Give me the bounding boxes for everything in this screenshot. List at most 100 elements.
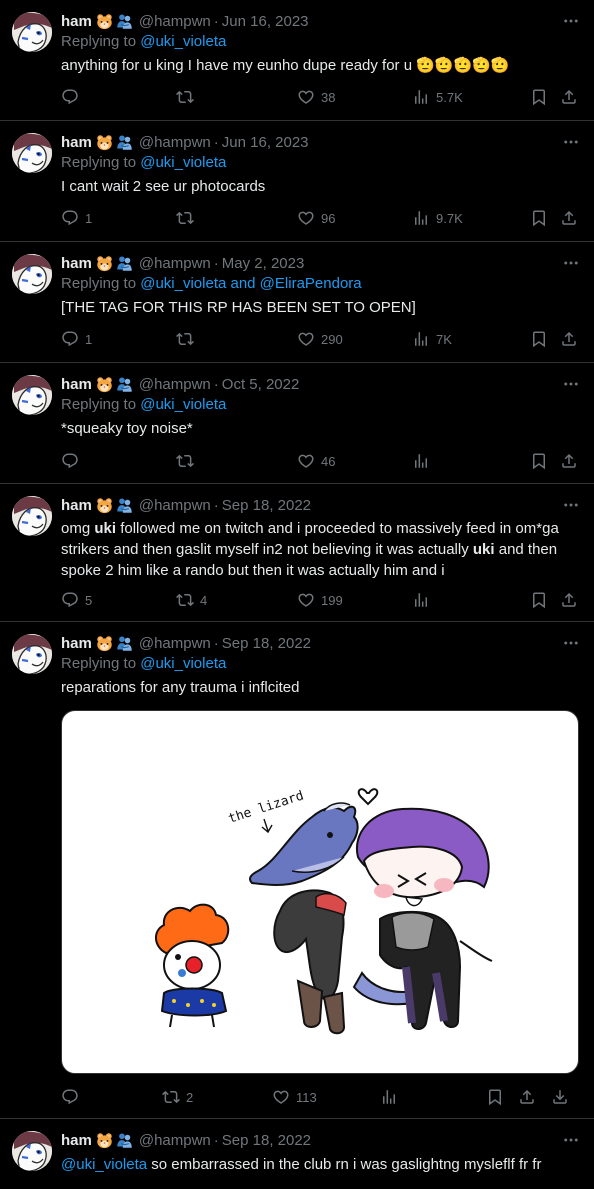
more-options-icon[interactable] [562, 634, 580, 652]
reply-button[interactable]: 5 [61, 590, 92, 610]
hamster-emoji-icon [96, 255, 113, 272]
user-handle[interactable]: @hampwn [139, 134, 211, 151]
like-button[interactable]: 46 [297, 451, 335, 471]
reply-button[interactable] [61, 87, 85, 107]
reply-mention-link[interactable]: @uki_violeta [140, 655, 226, 672]
like-count: 96 [321, 210, 336, 226]
tweet-date[interactable]: Jun 16, 2023 [222, 13, 309, 30]
display-name[interactable]: ham [61, 376, 92, 393]
views-button[interactable]: 7K [412, 329, 452, 349]
tweet-date[interactable]: Sep 18, 2022 [222, 1132, 311, 1149]
like-button[interactable]: 290 [297, 329, 343, 349]
hamster-emoji-icon [96, 13, 113, 30]
tweet-4[interactable]: ham @hampwn · Oct 5, 2022 Replying to @u… [0, 363, 594, 484]
tweet-3[interactable]: ham @hampwn · May 2, 2023 Replying to @u… [0, 242, 594, 363]
like-button[interactable]: 96 [297, 208, 335, 228]
more-options-icon[interactable] [562, 1131, 580, 1149]
share-button[interactable] [518, 1087, 536, 1107]
bookmark-button[interactable] [486, 1087, 504, 1107]
separator-dot: · [213, 496, 219, 514]
views-button[interactable]: 9.7K [412, 208, 463, 228]
display-name[interactable]: ham [61, 1132, 92, 1149]
bookmark-button[interactable] [530, 208, 548, 228]
people-hugging-emoji-icon [116, 255, 133, 272]
share-button[interactable] [560, 87, 578, 107]
like-button[interactable]: 199 [297, 590, 343, 610]
retweet-button[interactable] [176, 451, 200, 471]
tweet-header: ham @hampwn · Sep 18, 2022 [61, 1130, 582, 1150]
more-options-icon[interactable] [562, 133, 580, 151]
bookmark-button[interactable] [530, 329, 548, 349]
share-button[interactable] [560, 590, 578, 610]
tweet-text: omg uki followed me on twitch and i proc… [61, 518, 578, 581]
views-button[interactable] [412, 451, 436, 471]
reply-mention-link[interactable]: @uki_violeta [140, 33, 226, 50]
reply-button[interactable] [61, 1087, 85, 1107]
reply-mention-link[interactable]: @uki_violeta [140, 396, 226, 413]
reply-mention-link[interactable]: @uki_violeta [140, 154, 226, 171]
display-name[interactable]: ham [61, 255, 92, 272]
views-button[interactable] [412, 590, 436, 610]
tweet-5[interactable]: ham @hampwn · Sep 18, 2022 omg uki follo… [0, 484, 594, 622]
reply-button[interactable] [61, 451, 85, 471]
bookmark-button[interactable] [530, 87, 548, 107]
heart-icon [297, 452, 315, 470]
tweet-media-image[interactable]: the lizard [61, 710, 579, 1074]
more-options-icon[interactable] [562, 375, 580, 393]
views-button[interactable] [380, 1087, 404, 1107]
tweet-date[interactable]: Jun 16, 2023 [222, 134, 309, 151]
display-name[interactable]: ham [61, 134, 92, 151]
retweet-button[interactable] [176, 208, 200, 228]
user-handle[interactable]: @hampwn [139, 497, 211, 514]
retweet-button[interactable] [176, 329, 200, 349]
tweet-2[interactable]: ham @hampwn · Jun 16, 2023 Replying to @… [0, 121, 594, 242]
tweet-date[interactable]: Oct 5, 2022 [222, 376, 300, 393]
avatar[interactable] [12, 375, 52, 415]
like-count: 113 [296, 1089, 317, 1105]
tweet-date[interactable]: Sep 18, 2022 [222, 497, 311, 514]
avatar[interactable] [12, 1131, 52, 1171]
bookmark-button[interactable] [530, 451, 548, 471]
share-button[interactable] [560, 451, 578, 471]
reply-button[interactable]: 1 [61, 208, 92, 228]
reply-button[interactable]: 1 [61, 329, 92, 349]
download-button[interactable] [551, 1087, 569, 1107]
people-hugging-emoji-icon [116, 497, 133, 514]
user-handle[interactable]: @hampwn [139, 376, 211, 393]
share-button[interactable] [560, 329, 578, 349]
avatar[interactable] [12, 634, 52, 674]
tweet-7[interactable]: ham @hampwn · Sep 18, 2022 @uki_violeta … [0, 1119, 594, 1189]
heart-icon [297, 330, 315, 348]
tweet-date[interactable]: May 2, 2023 [222, 255, 305, 272]
user-handle[interactable]: @hampwn [139, 635, 211, 652]
more-options-icon[interactable] [562, 254, 580, 272]
user-handle[interactable]: @hampwn [139, 255, 211, 272]
tweet-1[interactable]: ham @hampwn · Jun 16, 2023 Replying to @… [0, 0, 594, 121]
reply-icon [61, 1088, 79, 1106]
more-options-icon[interactable] [562, 12, 580, 30]
user-handle[interactable]: @hampwn [139, 13, 211, 30]
like-button[interactable]: 38 [297, 87, 335, 107]
tweet-date[interactable]: Sep 18, 2022 [222, 635, 311, 652]
avatar[interactable] [12, 254, 52, 294]
bookmark-button[interactable] [530, 590, 548, 610]
people-hugging-emoji-icon [116, 13, 133, 30]
retweet-button[interactable]: 2 [162, 1087, 193, 1107]
retweet-button[interactable]: 4 [176, 590, 207, 610]
display-name[interactable]: ham [61, 13, 92, 30]
share-button[interactable] [560, 208, 578, 228]
avatar[interactable] [12, 12, 52, 52]
views-chart-icon [412, 452, 430, 470]
mention-link[interactable]: @uki_violeta [61, 1156, 147, 1173]
avatar[interactable] [12, 133, 52, 173]
like-button[interactable]: 113 [272, 1087, 317, 1107]
avatar[interactable] [12, 496, 52, 536]
display-name[interactable]: ham [61, 497, 92, 514]
replying-to: Replying to @uki_violeta and @EliraPendo… [61, 275, 362, 292]
views-button[interactable]: 5.7K [412, 87, 463, 107]
retweet-button[interactable] [176, 87, 200, 107]
display-name[interactable]: ham [61, 635, 92, 652]
user-handle[interactable]: @hampwn [139, 1132, 211, 1149]
reply-mention-link[interactable]: @uki_violeta and @EliraPendora [140, 275, 361, 292]
more-options-icon[interactable] [562, 496, 580, 514]
